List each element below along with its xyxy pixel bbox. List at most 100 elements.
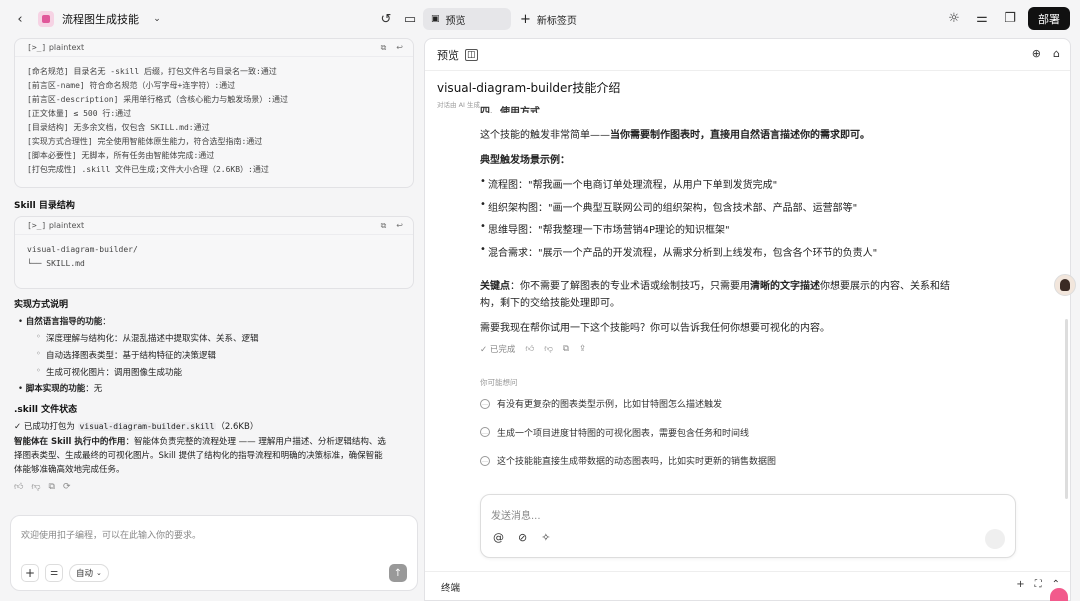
attach-icon[interactable]: ⊘: [518, 531, 527, 544]
sub-bullet-item: 深度理解与结构化：从混乱描述中提取实体、关系、逻辑: [46, 334, 259, 344]
message-input-placeholder[interactable]: 发送消息...: [491, 507, 541, 522]
plus-icon[interactable]: +: [1016, 579, 1024, 590]
scene-item: 组织架构图："画一个典型互联网公司的组织架构，包含技术部、产品部、运营部等": [480, 199, 857, 214]
mention-icon[interactable]: @: [493, 531, 504, 544]
bullet-script: • 脚本实现的功能：无: [18, 384, 103, 394]
preview-doc-title: visual-diagram-builder技能介绍: [437, 81, 621, 95]
status-line: ✓ 已成功打包为 visual-diagram-builder.skill （2.…: [14, 420, 258, 434]
mascot-avatar[interactable]: [1050, 588, 1068, 601]
check-circle-icon: ✓: [480, 345, 488, 355]
code-line: [前言区-description] 采用单行格式（含核心能力与触发场景）:通过: [27, 95, 289, 104]
thumbs-up-icon[interactable]: 👍︎: [525, 344, 534, 354]
chevron-down-icon: ⌄: [96, 569, 102, 577]
history-icon[interactable]: ↺: [376, 9, 396, 29]
copy-window-icon[interactable]: ❐: [1000, 9, 1020, 29]
bullet-label: 自然语言指导的功能: [25, 317, 103, 327]
wrap-icon[interactable]: ↩: [396, 221, 403, 231]
scene-item: 思维导图："帮我整理一下市场营销4P理论的知识框架": [480, 221, 730, 236]
code-line: [打包完成性] .skill 文件已生成;文件大小合理（2.6KB）:通过: [27, 165, 269, 174]
tab-new[interactable]: + 新标签页: [520, 8, 577, 30]
code-lang: plaintext: [48, 43, 85, 52]
code-block-dir: [>_] plaintext ⧉ ↩ visual-diagram-builder…: [14, 216, 414, 289]
key-text2: 你想要展示的内容、关系和结: [820, 281, 950, 292]
package-icon[interactable]: ⌂: [1053, 47, 1060, 60]
intro-bold: 当你需要制作图表时，直接用自然语言描述你的需求即可。: [610, 130, 870, 141]
chat-input-box[interactable]: 欢迎使用扣子编程，可以在此输入你的要求。 + ⚌ 自动 ⌄ ↑: [10, 515, 418, 591]
code-icon: [>_]: [27, 221, 47, 230]
tab-preview[interactable]: ▣ 预览: [423, 8, 511, 30]
folder-icon[interactable]: ▭: [400, 9, 420, 29]
intro-line: 这个技能的触发非常简单——当你需要制作图表时，直接用自然语言描述你的需求即可。: [480, 126, 870, 141]
deploy-button[interactable]: 部署: [1028, 7, 1070, 30]
preview-panel: 预览 ◫ ⊕ ⌂ visual-diagram-builder技能介绍 对话由 …: [424, 38, 1071, 601]
suggestion-text: 这个技能能直接生成带数据的动态图表吗，比如实时更新的销售数据图: [497, 457, 777, 467]
plus-icon: +: [520, 11, 531, 27]
intro-pre: 这个技能的触发非常简单——: [480, 130, 610, 141]
suggestion-item[interactable]: … 有没有更复杂的图表类型示例，比如甘特图怎么描述触发: [480, 397, 722, 410]
role-label: 智能体在 Skill 执行中的作用: [14, 437, 126, 447]
chevron-down-icon[interactable]: ⌄: [147, 9, 167, 29]
closing-line: 需要我现在帮你试用一下这个技能吗？你可以告诉我任何你想要可视化的内容。: [480, 323, 830, 334]
suggest-title: 你可能想问: [480, 378, 518, 387]
scenes-title: 典型触发场景示例：: [480, 155, 570, 166]
code-line: visual-diagram-builder/: [27, 245, 138, 254]
wrap-icon[interactable]: ↩: [396, 43, 403, 53]
preview-mode-icon[interactable]: ◫: [465, 48, 478, 61]
role-paragraph: 智能体在 Skill 执行中的作用：智能体负责完整的流程处理 —— 理解用户描述…: [14, 435, 414, 477]
thumbs-down-icon[interactable]: 👎︎: [544, 344, 553, 354]
code-line: [脚本必要性] 无脚本，所有任务由智能体完成:通过: [27, 151, 215, 160]
chat-bubble-icon: …: [480, 427, 490, 437]
preview-header: 预览 ◫: [425, 39, 1070, 71]
code-icon: [>_]: [27, 43, 47, 52]
top-bar: ‹ 流程图生成技能 ⌄ ↺ ▭ ▣ 预览 + 新标签页 ☼ ⚌ ❐ 部署: [0, 0, 1080, 38]
add-icon[interactable]: +: [21, 564, 39, 582]
scrollbar[interactable]: [1065, 319, 1068, 499]
code-header: [>_] plaintext ⧉ ↩: [15, 39, 413, 57]
copy-icon[interactable]: ⧉: [49, 482, 55, 492]
sub-bullet-item: 自动选择图表类型：基于结构特征的决策逻辑: [46, 351, 217, 361]
status-size: （2.6KB）: [216, 422, 259, 432]
copy-icon[interactable]: ⧉: [381, 221, 387, 231]
key-point-line1: 关键点：你不需要了解图表的专业术语或绘制技巧，只需要用清晰的文字描述你想要展示的…: [480, 277, 950, 292]
refresh-icon[interactable]: ⟳: [63, 482, 71, 492]
theme-sun-icon[interactable]: ☼: [944, 9, 964, 29]
send-button[interactable]: ↑: [389, 564, 407, 582]
assistant-avatar[interactable]: [1054, 274, 1076, 296]
back-icon[interactable]: ‹: [10, 9, 30, 29]
copy-icon[interactable]: ⧉: [563, 344, 569, 354]
code-line: [正文体量] ≤ 500 行:通过: [27, 109, 132, 118]
code-header: [>_] plaintext ⧉ ↩: [15, 217, 413, 235]
suggestion-text: 生成一个项目进度甘特图的可视化图表，需要包含任务和时间线: [497, 428, 750, 439]
settings-sliders-icon[interactable]: ⚌: [972, 9, 992, 29]
upload-icon[interactable]: ⊕: [1032, 47, 1041, 60]
code-line: [命名规范] 目录名无 -skill 后缀，打包文件名与目录名一致:通过: [27, 67, 277, 76]
suggestion-item[interactable]: … 这个技能能直接生成带数据的动态图表吗，比如实时更新的销售数据图: [480, 454, 776, 467]
key-text1: ：你不需要了解图表的专业术语或绘制技巧，只需要用: [510, 281, 750, 292]
key-point-line2: 构，剩下的交给技能处理即可。: [480, 298, 620, 309]
mode-select[interactable]: 自动 ⌄: [69, 564, 109, 582]
app-title[interactable]: 流程图生成技能: [62, 11, 139, 27]
sub-bullet-dot: ◦: [36, 349, 41, 358]
chat-input-placeholder[interactable]: 欢迎使用扣子编程，可以在此输入你的要求。: [21, 528, 201, 541]
status-file: visual-diagram-builder.skill: [77, 422, 217, 431]
sliders-icon[interactable]: ⚌: [45, 564, 63, 582]
done-label: 已完成: [489, 345, 516, 355]
skill-dir-title: Skill 目录结构: [14, 201, 75, 211]
copy-icon[interactable]: ⧉: [381, 43, 387, 53]
scene-item: 混合需求："展示一个产品的开发流程，从需求分析到上线发布，包含各个环节的负责人": [480, 244, 877, 259]
thumbs-down-icon[interactable]: 👎︎: [31, 482, 40, 492]
bullet-value: ：无: [85, 384, 103, 394]
expand-icon[interactable]: ⛶: [1035, 579, 1042, 590]
share-icon[interactable]: ⇪: [579, 344, 586, 354]
message-input-box[interactable]: 发送消息... @ ⊘ ✧: [480, 494, 1016, 558]
chat-panel: [>_] plaintext ⧉ ↩ [命名规范] 目录名无 -skill 后缀，…: [0, 38, 424, 601]
terminal-bar[interactable]: 终端: [425, 571, 1070, 601]
skill-status-title: .skill 文件状态: [14, 405, 78, 415]
send-button[interactable]: [985, 529, 1005, 549]
lightbulb-icon[interactable]: ✧: [541, 531, 550, 544]
role-line3: 体能够准确高效地完成任务。: [14, 465, 125, 475]
sub-bullet-dot: ◦: [36, 366, 41, 375]
suggestion-item[interactable]: … 生成一个项目进度甘特图的可视化图表，需要包含任务和时间线: [480, 426, 749, 439]
role-line2: 择图表类型、生成最终的可视化图片。Skill 提供了结构化的指导流程和明确的决策…: [14, 451, 383, 461]
thumbs-up-icon[interactable]: 👍︎: [14, 482, 23, 492]
